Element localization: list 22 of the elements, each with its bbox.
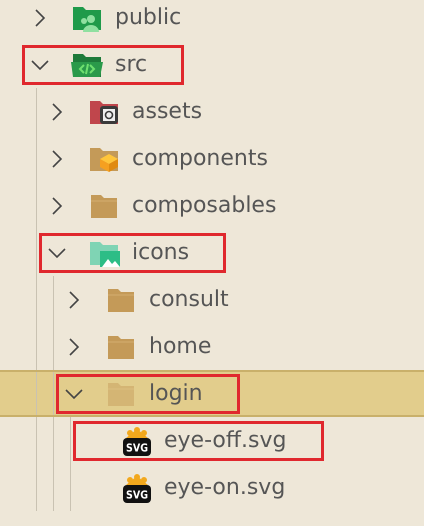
tree-row[interactable]: composables — [0, 182, 424, 229]
folder-name: icons — [132, 240, 190, 265]
folder-name: public — [115, 5, 182, 30]
folder-name: consult — [149, 287, 229, 312]
tree-row[interactable]: icons — [0, 229, 424, 276]
file-name: eye-on.svg — [164, 475, 286, 500]
tree-row[interactable]: login — [0, 370, 424, 417]
folder-name: src — [115, 52, 148, 77]
folder-name: composables — [132, 193, 276, 218]
folder-name: assets — [132, 99, 202, 124]
folder-name: home — [149, 334, 212, 359]
tree-row[interactable]: SVG eye-off.svg — [0, 417, 424, 464]
tree-row[interactable]: consult — [0, 276, 424, 323]
tree-row[interactable]: assets — [0, 88, 424, 135]
tree-row[interactable]: src — [0, 41, 424, 88]
folder-name: login — [149, 381, 203, 406]
tree-row[interactable]: components — [0, 135, 424, 182]
file-name: eye-off.svg — [164, 428, 286, 453]
tree-row[interactable]: home — [0, 323, 424, 370]
folder-name: components — [132, 146, 268, 171]
tree-row[interactable]: SVG eye-on.svg — [0, 464, 424, 511]
tree-row[interactable]: public — [0, 0, 424, 41]
